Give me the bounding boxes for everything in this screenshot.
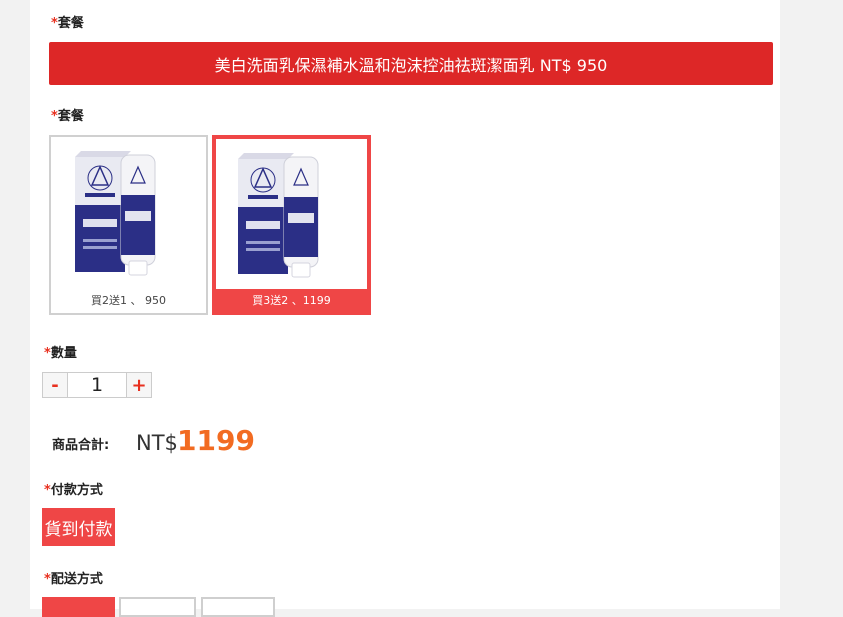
shipping-option-3[interactable] xyxy=(201,597,275,617)
package-option-caption: 買3送2 、1199 xyxy=(216,289,367,311)
package-option-buy2get1[interactable]: 買2送1 、 950 xyxy=(49,135,208,315)
shipping-option-1[interactable] xyxy=(42,597,115,617)
package-option-caption: 買2送1 、 950 xyxy=(91,294,166,307)
quantity-label: *數量 xyxy=(44,346,77,361)
payment-option-cod[interactable]: 貨到付款 xyxy=(42,508,115,546)
product-image xyxy=(51,137,206,287)
quantity-increase-button[interactable]: + xyxy=(126,372,152,398)
selected-package-bar[interactable]: 美白洗面乳保濕補水溫和泡沫控油祛斑潔面乳 NT$ 950 xyxy=(49,42,773,85)
package-option-buy3get2[interactable]: 買3送2 、1199 xyxy=(212,135,371,315)
shipping-method-label: *配送方式 xyxy=(44,572,103,587)
shipping-option-2[interactable] xyxy=(119,597,196,617)
quantity-stepper: - 1 + xyxy=(42,372,152,398)
selected-package-text: 美白洗面乳保濕補水溫和泡沫控油祛斑潔面乳 NT$ 950 xyxy=(214,55,608,75)
quantity-input[interactable]: 1 xyxy=(68,372,126,398)
total-amount: 1199 xyxy=(177,424,255,457)
total-label: 商品合計: xyxy=(52,438,110,453)
package-option-label: *套餐 xyxy=(51,109,84,124)
product-image xyxy=(216,139,367,289)
payment-method-label: *付款方式 xyxy=(44,483,103,498)
total-currency: NT$ xyxy=(136,431,178,455)
package-label: *套餐 xyxy=(51,16,84,31)
quantity-decrease-button[interactable]: - xyxy=(42,372,68,398)
